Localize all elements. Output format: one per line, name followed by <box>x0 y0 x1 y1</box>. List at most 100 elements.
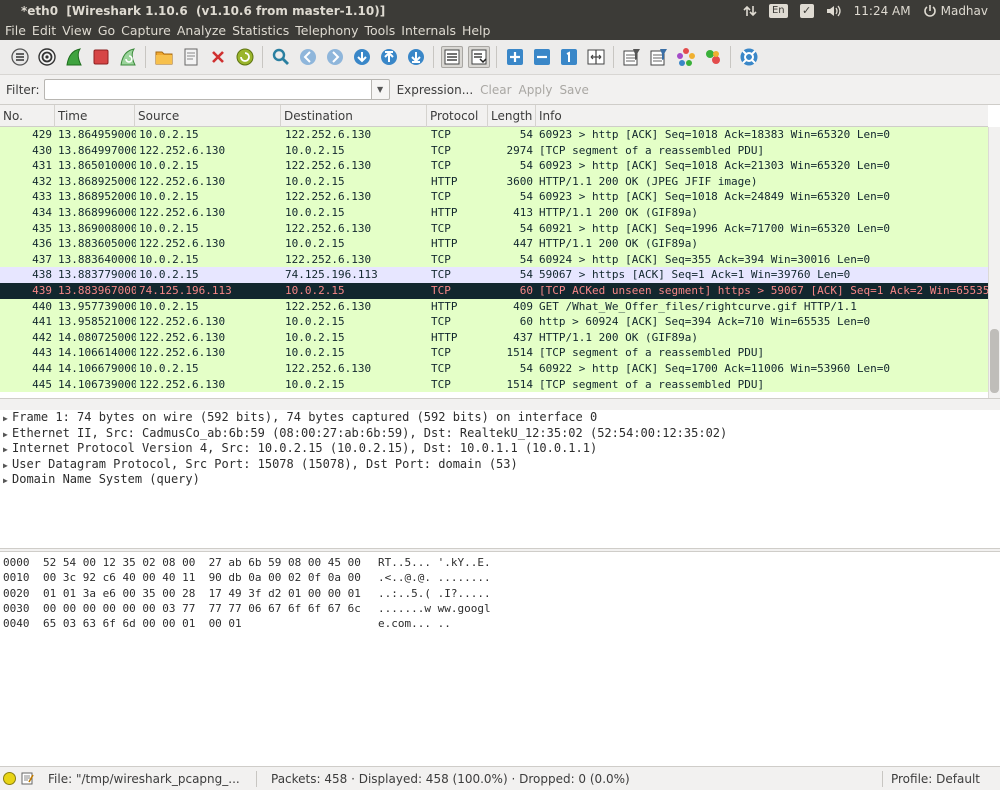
packet-row[interactable]: 437 13.883640000 10.0.2.15 122.252.6.130 TCP… <box>0 251 988 268</box>
coloring-rules-icon[interactable] <box>675 46 697 68</box>
packet-row[interactable]: 436 13.883605000 122.252.6.130 10.0.2.15 HTT… <box>0 236 988 252</box>
user-menu[interactable]: Madhav <box>917 0 994 22</box>
hex-dump-line[interactable]: 0010 00 3c 92 c6 40 00 40 11 90 db 0a 00 … <box>0 570 1000 585</box>
close-file-icon[interactable] <box>207 46 229 68</box>
volume-icon[interactable] <box>820 0 848 22</box>
expression-button[interactable]: Expression... <box>397 83 474 97</box>
expert-info-icon[interactable] <box>3 772 16 785</box>
find-packet-icon[interactable] <box>270 46 292 68</box>
hex-dump-line[interactable]: 0030 00 00 00 00 00 00 03 77 77 77 06 67 … <box>0 601 1000 616</box>
preferences-icon[interactable] <box>702 46 724 68</box>
checkbox-icon[interactable]: ✓ <box>794 0 820 22</box>
help-icon[interactable] <box>738 46 760 68</box>
column-header-time[interactable]: Time <box>55 105 135 127</box>
network-arrows-icon[interactable] <box>737 0 763 22</box>
menu-telephony[interactable]: Telephony <box>292 22 361 40</box>
go-to-packet-icon[interactable] <box>351 46 373 68</box>
hex-dump-line[interactable]: 0020 01 01 3a e6 00 35 00 28 17 49 3f d2 … <box>0 586 1000 601</box>
reload-icon[interactable] <box>234 46 256 68</box>
keyboard-layout-indicator[interactable]: En <box>763 0 794 22</box>
packet-row[interactable]: 442 14.080725000 122.252.6.130 10.0.2.15 HTT… <box>0 329 988 346</box>
packet-row[interactable]: 433 13.868952000 10.0.2.15 122.252.6.130 TCP… <box>0 189 988 205</box>
interfaces-list-icon[interactable] <box>9 46 31 68</box>
capture-filters-icon[interactable] <box>621 46 643 68</box>
expand-arrow-icon[interactable]: ▶ <box>3 427 12 443</box>
restart-capture-icon[interactable] <box>117 46 139 68</box>
expand-arrow-icon[interactable]: ▶ <box>3 473 12 489</box>
go-to-first-packet-icon[interactable] <box>378 46 400 68</box>
packet-row[interactable]: 434 13.868996000 122.252.6.130 10.0.2.15 HTT… <box>0 204 988 221</box>
packet-row[interactable]: 445 14.106739000 122.252.6.130 10.0.2.15 TCP… <box>0 376 988 393</box>
detail-tree-item[interactable]: ▶ User Datagram Protocol, Src Port: 15078… <box>0 457 1000 473</box>
packet-row[interactable]: 430 13.864997000 122.252.6.130 10.0.2.15 TCP… <box>0 142 988 159</box>
packet-row[interactable]: 441 13.958521000 122.252.6.130 10.0.2.15 TCP… <box>0 314 988 330</box>
packet-cell-dst: 122.252.6.130 <box>285 221 372 235</box>
detail-tree-item[interactable]: ▶ Domain Name System (query) <box>0 472 1000 488</box>
go-back-icon[interactable] <box>297 46 319 68</box>
column-header-info[interactable]: Info <box>536 105 988 127</box>
go-forward-icon[interactable] <box>324 46 346 68</box>
pane-splitter[interactable] <box>0 398 1000 410</box>
packet-cell-dst: 10.0.2.15 <box>285 346 345 360</box>
menu-analyze[interactable]: Analyze <box>174 22 229 40</box>
packet-list-scrollbar[interactable] <box>988 127 1000 398</box>
packet-row[interactable]: 440 13.957739000 10.0.2.15 122.252.6.130 HTT… <box>0 298 988 315</box>
packet-row[interactable]: 429 13.864959000 10.0.2.15 122.252.6.130 TCP… <box>0 127 988 143</box>
filter-input[interactable] <box>43 79 372 100</box>
stop-capture-icon[interactable] <box>90 46 112 68</box>
detail-tree-item[interactable]: ▶ Frame 1: 74 bytes on wire (592 bits), 7… <box>0 410 1000 426</box>
detail-tree-item[interactable]: ▶ Ethernet II, Src: CadmusCo_ab:6b:59 (08… <box>0 426 1000 442</box>
column-header-source[interactable]: Source <box>135 105 281 127</box>
menu-edit[interactable]: Edit <box>29 22 59 40</box>
expand-arrow-icon[interactable]: ▶ <box>3 411 12 427</box>
save-file-icon[interactable] <box>180 46 202 68</box>
detail-tree-item[interactable]: ▶ Internet Protocol Version 4, Src: 10.0.… <box>0 441 1000 457</box>
menu-statistics[interactable]: Statistics <box>229 22 292 40</box>
menu-view[interactable]: View <box>59 22 95 40</box>
capture-options-icon[interactable] <box>36 46 58 68</box>
start-capture-icon[interactable] <box>63 46 85 68</box>
menu-file[interactable]: File <box>2 22 29 40</box>
packet-row[interactable]: 444 14.106679000 10.0.2.15 122.252.6.130 TCP… <box>0 360 988 377</box>
hex-dump-line[interactable]: 0000 52 54 00 12 35 02 08 00 27 ab 6b 59 … <box>0 555 1000 570</box>
menu-go[interactable]: Go <box>95 22 118 40</box>
resize-columns-icon[interactable] <box>585 46 607 68</box>
hex-dump-line[interactable]: 0040 65 03 63 6f 6d 00 00 01 00 01 e.com..… <box>0 616 1000 631</box>
expand-arrow-icon[interactable]: ▶ <box>3 442 12 458</box>
expand-arrow-icon[interactable]: ▶ <box>3 458 12 474</box>
packet-row[interactable]: 443 14.106614000 122.252.6.130 10.0.2.15 TCP… <box>0 345 988 361</box>
colorize-packet-list-icon[interactable] <box>440 46 463 68</box>
packet-cell-no: 445 <box>32 377 52 391</box>
menu-help[interactable]: Help <box>459 22 494 40</box>
packet-row[interactable]: 435 13.869008000 10.0.2.15 122.252.6.130 TCP… <box>0 220 988 237</box>
display-filters-icon[interactable] <box>648 46 670 68</box>
open-file-icon[interactable] <box>153 46 175 68</box>
normal-size-icon[interactable] <box>558 46 580 68</box>
packet-cell-dst: 10.0.2.15 <box>285 283 345 297</box>
packet-row[interactable]: 432 13.868925000 122.252.6.130 10.0.2.15 HTT… <box>0 173 988 190</box>
apply-button[interactable]: Apply <box>519 83 553 97</box>
scrollbar-thumb[interactable] <box>990 329 999 393</box>
menu-tools[interactable]: Tools <box>361 22 398 40</box>
hex-dump-hex: 65 03 63 6f 6d 00 00 01 00 01 <box>43 617 242 631</box>
clock[interactable]: 11:24 AM <box>848 0 917 22</box>
comment-icon[interactable] <box>20 772 34 786</box>
menu-capture[interactable]: Capture <box>118 22 174 40</box>
auto-scroll-icon[interactable] <box>467 46 490 68</box>
save-filter-button[interactable]: Save <box>559 83 588 97</box>
packet-row[interactable]: 439 13.883967000 74.125.196.113 10.0.2.15 TC… <box>0 282 989 299</box>
zoom-out-icon[interactable] <box>531 46 553 68</box>
column-header-length[interactable]: Length <box>488 105 536 127</box>
menu-internals[interactable]: Internals <box>398 22 459 40</box>
column-header-protocol[interactable]: Protocol <box>427 105 488 127</box>
column-header-destination[interactable]: Destination <box>281 105 427 127</box>
packet-row[interactable]: 438 13.883779000 10.0.2.15 74.125.196.113 TC… <box>0 267 988 283</box>
column-header-no[interactable]: No. <box>0 105 55 127</box>
packet-row[interactable]: 431 13.865010000 10.0.2.15 122.252.6.130 TCP… <box>0 158 988 174</box>
filter-dropdown-button[interactable]: ▼ <box>371 79 390 100</box>
status-profile[interactable]: Profile: Default <box>891 772 980 786</box>
packet-cell-dst: 122.252.6.130 <box>285 361 372 375</box>
zoom-in-icon[interactable] <box>504 46 526 68</box>
clear-button[interactable]: Clear <box>480 83 511 97</box>
go-to-last-packet-icon[interactable] <box>405 46 427 68</box>
